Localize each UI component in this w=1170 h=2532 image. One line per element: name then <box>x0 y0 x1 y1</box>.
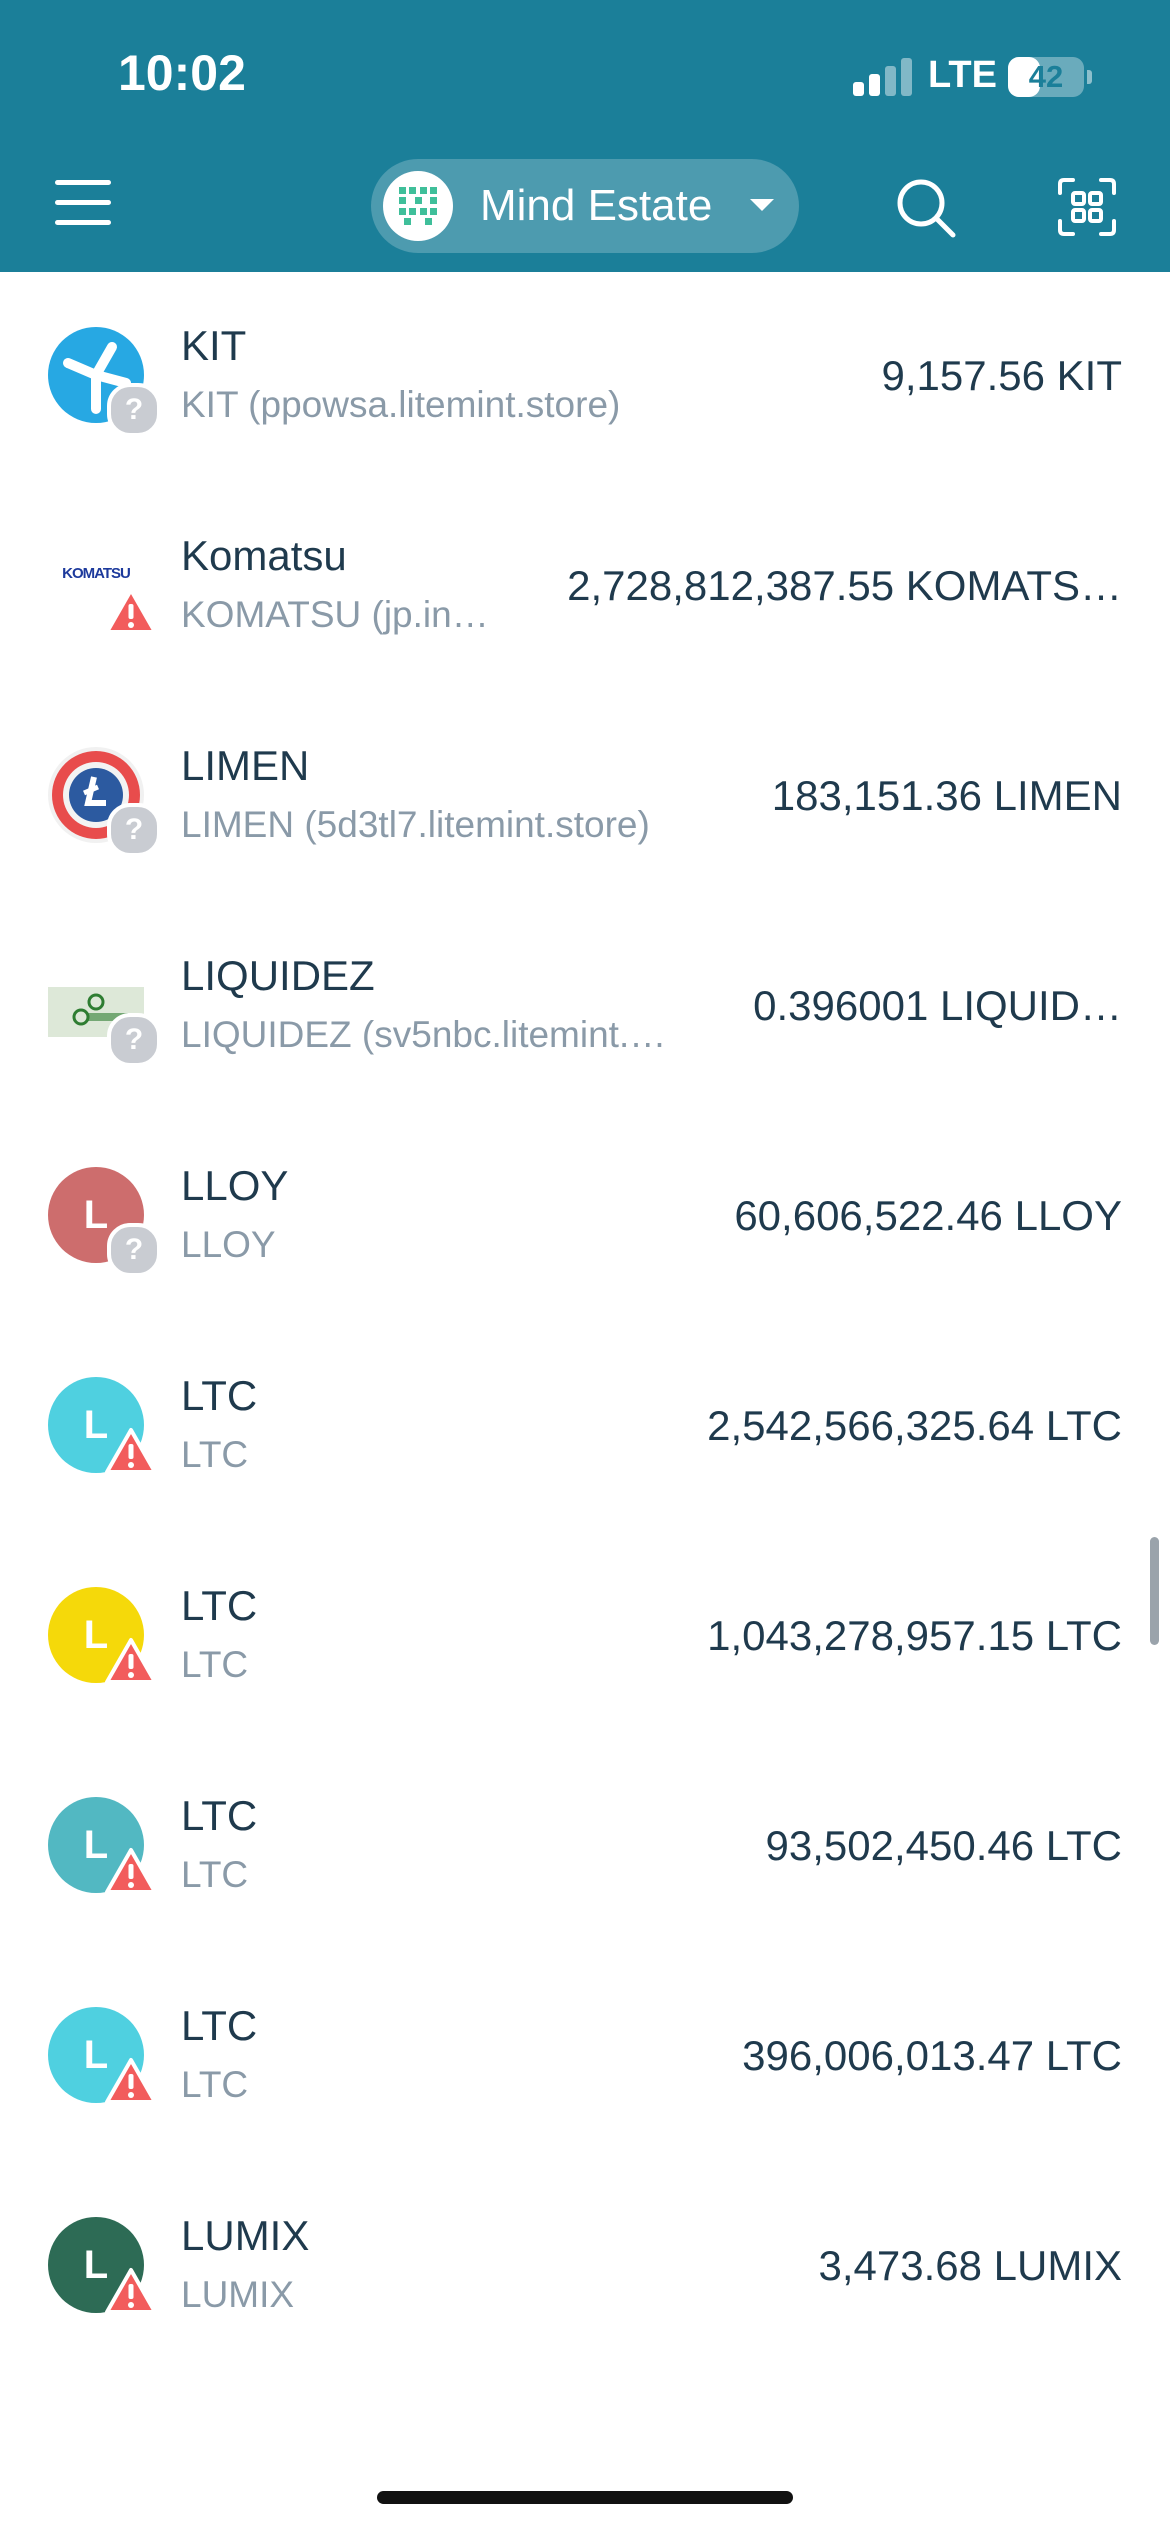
wallet-selector[interactable]: Mind Estate <box>371 159 799 253</box>
token-name: LLOY <box>181 1162 289 1209</box>
warning-icon[interactable] <box>105 1427 157 1475</box>
unknown-status-icon[interactable]: ? <box>107 383 161 437</box>
token-balance: 3,473.68 LUMIX <box>818 2242 1122 2289</box>
warning-icon[interactable] <box>105 1847 157 1895</box>
token-row[interactable]: L LTC LTC 1,043,278,957.15 LTC <box>0 1532 1170 1742</box>
wallet-name: Mind Estate <box>480 181 713 230</box>
token-name: LTC <box>181 1582 258 1629</box>
token-issuer: LTC <box>181 1854 249 1895</box>
token-row[interactable]: L LUMIX LUMIX 3,473.68 LUMIX <box>0 2162 1170 2372</box>
battery-icon: 42 <box>1008 57 1084 97</box>
token-name: LTC <box>181 1372 258 1419</box>
token-row[interactable]: L LTC LTC 2,542,566,325.64 LTC <box>0 1322 1170 1532</box>
token-balance: 2,542,566,325.64 LTC <box>707 1402 1122 1449</box>
token-issuer: LUMIX <box>181 2274 295 2315</box>
token-balance: 0.396001 LIQUID… <box>753 982 1122 1029</box>
token-row[interactable]: KOMATSU Komatsu KOMATSU (jp.in… 2,728,812,… <box>0 482 1170 692</box>
token-balance: 2,728,812,387.55 KOMATS… <box>567 562 1122 609</box>
token-row[interactable]: ? KIT KIT (ppowsa.litemint.store) 9,157.56 … <box>0 272 1170 482</box>
token-issuer: LIMEN (5d3tl7.litemint.store) <box>181 804 650 845</box>
token-issuer: LIQUIDEZ (sv5nbc.litemint.… <box>181 1014 667 1055</box>
warning-icon[interactable] <box>105 2267 157 2315</box>
token-name: Komatsu <box>181 532 347 579</box>
token-name: LTC <box>181 1792 258 1839</box>
token-balance: 93,502,450.46 LTC <box>765 1822 1123 1869</box>
token-row[interactable]: L? LLOY LLOY 60,606,522.46 LLOY <box>0 1112 1170 1322</box>
token-name: LIQUIDEZ <box>181 952 375 999</box>
token-row[interactable]: ? LIQUIDEZ LIQUIDEZ (sv5nbc.litemint.… 0.39… <box>0 902 1170 1112</box>
scrollbar[interactable] <box>1150 1537 1159 1645</box>
token-row[interactable]: ? LIMEN LIMEN (5d3tl7.litemint.store) 183,1… <box>0 692 1170 902</box>
token-issuer: KOMATSU (jp.in… <box>181 594 489 635</box>
unknown-status-icon[interactable]: ? <box>107 1223 161 1277</box>
menu-icon[interactable] <box>55 180 111 226</box>
token-balance: 1,043,278,957.15 LTC <box>707 1612 1122 1659</box>
token-row[interactable]: L LTC LTC 93,502,450.46 LTC <box>0 1742 1170 1952</box>
token-balance: 60,606,522.46 LLOY <box>734 1192 1122 1239</box>
battery-cap <box>1087 70 1092 84</box>
unknown-status-icon[interactable]: ? <box>107 803 161 857</box>
qr-scan-icon[interactable] <box>1057 177 1117 237</box>
warning-icon[interactable] <box>105 1637 157 1685</box>
token-issuer: KIT (ppowsa.litemint.store) <box>181 384 621 425</box>
app-header: 10:02 LTE 42 Mind Estate <box>0 0 1170 272</box>
token-issuer: LTC <box>181 1434 249 1475</box>
token-balance: 396,006,013.47 LTC <box>742 2032 1122 2079</box>
wallet-avatar <box>383 171 453 241</box>
search-icon[interactable] <box>895 177 957 239</box>
unknown-status-icon[interactable]: ? <box>107 1013 161 1067</box>
token-issuer: LTC <box>181 2064 249 2105</box>
token-balance: 183,151.36 LIMEN <box>771 772 1122 819</box>
token-name: KIT <box>181 322 247 369</box>
chevron-down-icon <box>750 199 774 211</box>
token-name: LUMIX <box>181 2212 310 2259</box>
status-time: 10:02 <box>118 45 246 101</box>
token-row[interactable]: L LTC LTC 396,006,013.47 LTC <box>0 1952 1170 2162</box>
warning-icon[interactable] <box>105 2057 157 2105</box>
token-issuer: LTC <box>181 1644 249 1685</box>
token-name: LTC <box>181 2002 258 2049</box>
home-indicator[interactable] <box>377 2491 793 2504</box>
token-issuer: LLOY <box>181 1224 276 1265</box>
token-name: LIMEN <box>181 742 310 789</box>
network-type: LTE <box>928 54 997 96</box>
battery-percent: 42 <box>1028 59 1064 94</box>
cellular-signal-icon <box>853 58 913 96</box>
warning-icon[interactable] <box>105 587 157 635</box>
token-balance: 9,157.56 KIT <box>881 352 1123 399</box>
